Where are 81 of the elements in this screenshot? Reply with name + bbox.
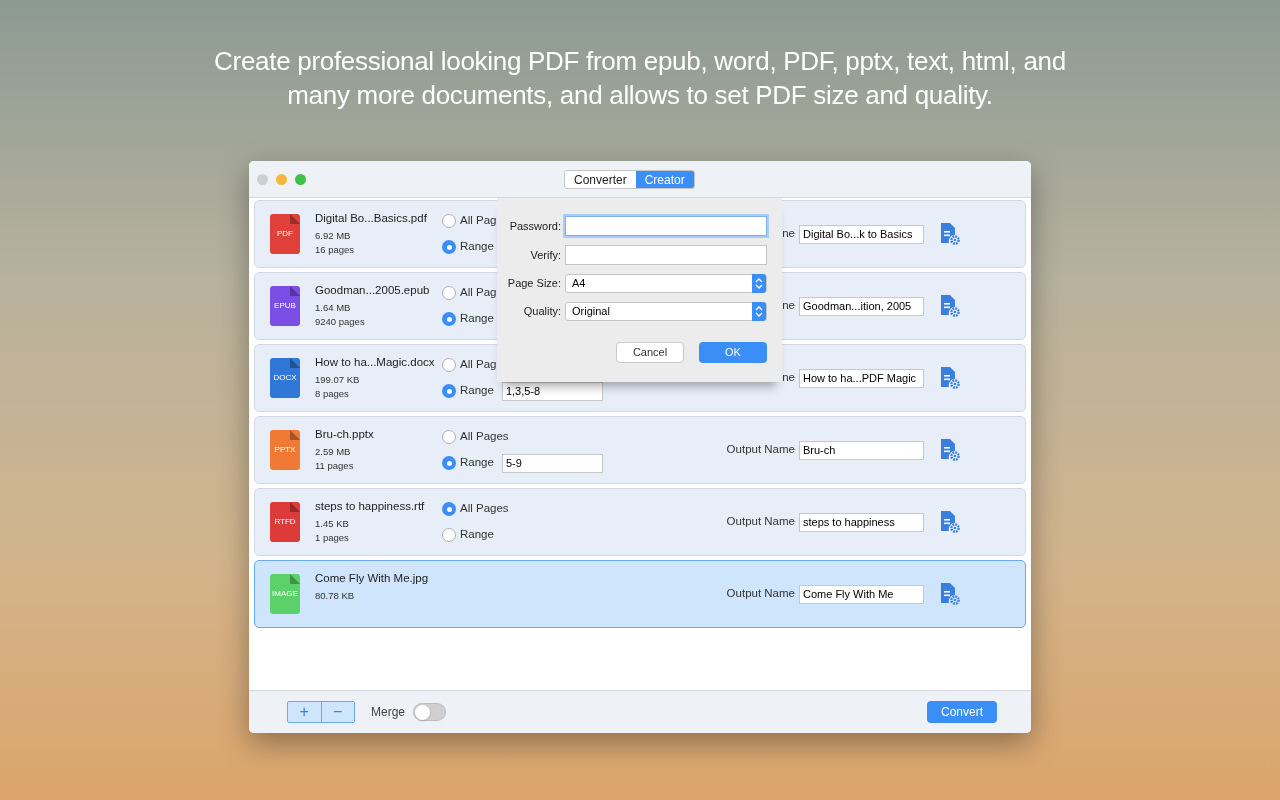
file-type-icon: RTFD: [270, 502, 300, 542]
radio-label: All Pages: [460, 429, 509, 445]
document-settings-icon[interactable]: [940, 295, 960, 317]
output-name-label: ne: [782, 226, 795, 242]
output-name-label: ne: [782, 298, 795, 314]
output-name-field[interactable]: Bru-ch: [799, 440, 924, 460]
chevron-updown-icon: [752, 274, 766, 293]
document-settings-icon[interactable]: [940, 511, 960, 533]
radio-button[interactable]: [442, 286, 456, 300]
text-field[interactable]: [565, 216, 767, 236]
field-label: Verify:: [529, 247, 561, 263]
output-name-label: Output Name: [726, 514, 795, 530]
document-settings-icon[interactable]: [940, 583, 960, 605]
radio-label: Range: [460, 239, 494, 255]
file-size: 6.92 MB: [315, 229, 352, 243]
file-size: 1.64 MB: [315, 301, 352, 315]
output-name-label: Output Name: [726, 442, 795, 458]
file-row[interactable]: PPTX Bru-ch.pptx 2.59 MB 11 pages All Pages Range 5-9 Output Name Bru-ch: [254, 416, 1026, 484]
page-count: 11 pages: [315, 459, 355, 473]
file-name: Digital Bo...Basics.pdf: [315, 211, 428, 226]
radio-label: Range: [460, 527, 494, 543]
output-name-field[interactable]: Come Fly With Me: [799, 584, 924, 604]
file-name: How to ha...Magic.docx: [315, 355, 436, 370]
radio-button[interactable]: [442, 502, 456, 516]
radio-button[interactable]: [442, 358, 456, 372]
document-settings-icon[interactable]: [940, 223, 960, 245]
output-name-label: Output Name: [726, 586, 795, 602]
file-size: 2.59 MB: [315, 445, 352, 459]
file-name: Goodman...2005.epub: [315, 283, 431, 298]
page-count: 16 pages: [315, 243, 356, 257]
radio-label: Range: [460, 383, 494, 399]
output-name-field[interactable]: steps to happiness: [799, 512, 924, 532]
radio-button[interactable]: [442, 384, 456, 398]
headline: Create professional looking PDF from epub, word, PDF, pptx, text, html, and many more documents, and allows to set PDF size and quality.: [213, 45, 1067, 112]
dropdown[interactable]: A4: [565, 274, 767, 293]
cancel-button[interactable]: Cancel: [616, 342, 684, 363]
radio-label: All Pag: [460, 285, 497, 301]
output-name-label: ne: [782, 370, 795, 386]
radio-label: Range: [460, 311, 494, 327]
radio-label: All Pag: [460, 357, 497, 373]
file-size: 1.45 KB: [315, 517, 350, 531]
radio-button[interactable]: [442, 312, 456, 326]
file-row[interactable]: RTFD steps to happiness.rtf 1.45 KB 1 pages All Pages Range Output Name steps to happiness: [254, 488, 1026, 556]
radio-button[interactable]: [442, 240, 456, 254]
file-size: 199.07 KB: [315, 373, 361, 387]
merge-toggle[interactable]: [413, 703, 446, 721]
output-name-field[interactable]: Goodman...ition, 2005: [799, 296, 924, 316]
document-settings-icon[interactable]: [940, 367, 960, 389]
file-name: Come Fly With Me.jpg: [315, 571, 430, 586]
radio-label: All Pages: [460, 501, 509, 517]
radio-button[interactable]: [442, 456, 456, 470]
maximize-icon[interactable]: [295, 173, 306, 185]
field-label: Password:: [508, 218, 561, 234]
file-size: 80.78 KB: [315, 589, 356, 603]
output-name-field[interactable]: Digital Bo...k to Basics: [799, 224, 924, 244]
merge-label: Merge: [371, 704, 405, 721]
radio-button[interactable]: [442, 528, 456, 542]
output-name-field[interactable]: How to ha...PDF Magic: [799, 368, 924, 388]
mode-tab[interactable]: Converter: [565, 171, 636, 188]
file-row[interactable]: IMAGE Come Fly With Me.jpg 80.78 KB Output Name Come Fly With Me: [254, 560, 1026, 628]
field-label: Page Size:: [506, 276, 561, 292]
radio-label: All Pag: [460, 213, 497, 229]
page-count: 8 pages: [315, 387, 350, 401]
file-type-icon: EPUB: [270, 286, 300, 326]
page-count: 9240 pages: [315, 315, 366, 329]
dropdown[interactable]: Original: [565, 302, 767, 321]
range-field[interactable]: 5-9: [501, 453, 603, 473]
file-type-icon: PDF: [270, 214, 300, 254]
file-type-icon: DOCX: [270, 358, 300, 398]
file-type-icon: PPTX: [270, 430, 300, 470]
field-label: Quality:: [522, 304, 561, 320]
radio-label: Range: [460, 455, 494, 471]
file-name: steps to happiness.rtf: [315, 499, 426, 514]
page-count: 1 pages: [315, 531, 350, 545]
radio-button[interactable]: [442, 214, 456, 228]
radio-button[interactable]: [442, 430, 456, 444]
text-field[interactable]: [565, 245, 767, 265]
file-name: Bru-ch.pptx: [315, 427, 375, 442]
file-type-icon: IMAGE: [270, 574, 300, 614]
chevron-updown-icon: [752, 302, 766, 321]
document-settings-icon[interactable]: [940, 439, 960, 461]
